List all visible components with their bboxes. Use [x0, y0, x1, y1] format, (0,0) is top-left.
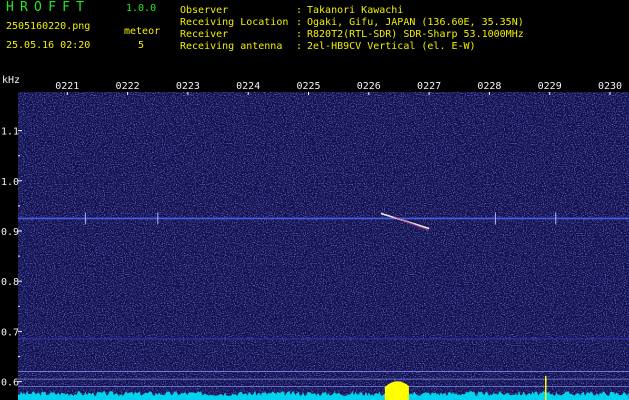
- info-value-receiver: R820T2(RTL-SDR) SDR-Sharp 53.1000MHz: [307, 29, 524, 40]
- x-tick-label: 0225: [296, 81, 320, 92]
- header: HROFFT 1.0.0 2505160220.png 25.05.16 02:…: [0, 0, 629, 75]
- x-tick-label: 0227: [417, 81, 441, 92]
- file-name: 2505160220.png: [6, 21, 91, 32]
- spectrogram: 1.1 1.0 0.9 0.8 0.7 0.6 0221 0222 0223 0224 0225 0…: [1, 75, 629, 400]
- y-tick-label: 0.7: [1, 327, 19, 338]
- x-tick-label: 0222: [116, 81, 140, 92]
- info-label-location: Receiving Location: [180, 17, 289, 28]
- x-tick-label: 0226: [357, 81, 381, 92]
- y-tick-label: 0.8: [1, 277, 19, 288]
- app-version: 1.0.0: [126, 3, 157, 14]
- info-value-location: Ogaki, Gifu, JAPAN (136.60E, 35.35N): [307, 17, 524, 28]
- timestamp: 25.05.16 02:20: [6, 40, 91, 51]
- info-sep: :: [296, 17, 303, 28]
- meteor-count: 5: [138, 40, 145, 51]
- x-tick-label: 0223: [176, 81, 200, 92]
- x-tick-label: 0228: [477, 81, 501, 92]
- y-tick-label: 0.6: [1, 378, 19, 389]
- y-tick-label: 1.1: [1, 127, 19, 138]
- info-value-antenna: 2el-HB9CV Vertical (el. E-W): [307, 41, 476, 52]
- info-label-antenna: Receiving antenna: [180, 41, 283, 52]
- app-name: HROFFT: [6, 0, 91, 15]
- y-axis-label: kHz: [2, 75, 20, 86]
- y-tick-label: 1.0: [1, 177, 19, 188]
- info-sep: :: [296, 29, 303, 40]
- meteor-label: meteor: [124, 26, 161, 37]
- info-sep: :: [296, 41, 303, 52]
- x-tick-label: 0229: [538, 81, 562, 92]
- x-tick-label: 0221: [55, 81, 79, 92]
- info-label-observer: Observer: [180, 5, 229, 16]
- info-value-observer: Takanori Kawachi: [307, 5, 404, 16]
- info-sep: :: [296, 5, 303, 16]
- x-tick-label: 0230: [598, 81, 622, 92]
- info-label-receiver: Receiver: [180, 29, 229, 40]
- y-tick-label: 0.9: [1, 227, 19, 238]
- noise-layer: [18, 92, 629, 400]
- x-tick-label: 0224: [236, 81, 260, 92]
